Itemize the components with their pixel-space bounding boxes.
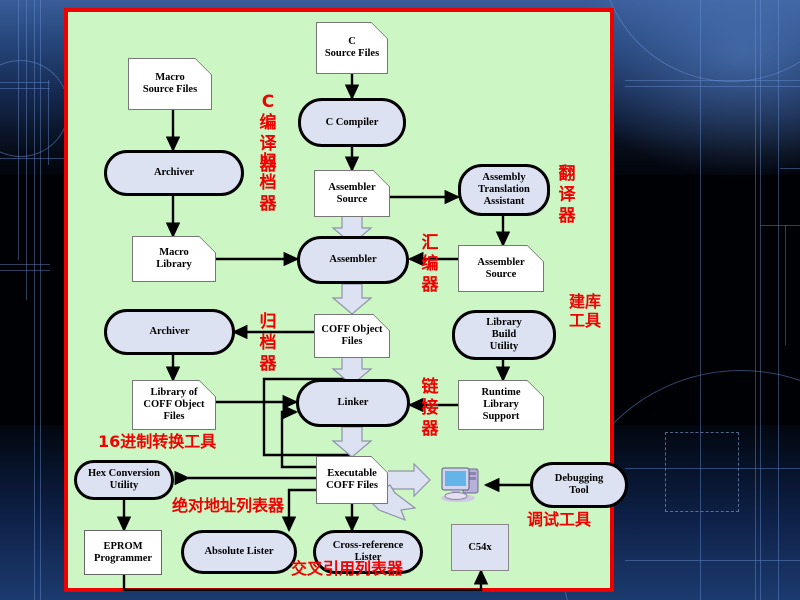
- node-c-source-files[interactable]: C Source Files: [316, 22, 388, 74]
- annotation-line: 工具: [568, 311, 601, 330]
- node-label: Macro Source Files: [142, 72, 198, 95]
- annotation-translator: 翻 译 器: [557, 164, 577, 227]
- node-label: EPROM Programmer: [93, 540, 153, 564]
- decor-line: [0, 264, 50, 265]
- node-archiver-top[interactable]: Archiver: [104, 150, 244, 196]
- annotation-cross-reference-lister: 交叉引用列表器: [291, 559, 404, 578]
- annotation-char: 器: [259, 194, 277, 214]
- annotation-char: 翻: [558, 164, 576, 184]
- node-assembler-source-1[interactable]: Assembler Source: [314, 170, 390, 217]
- annotation-char: 接: [421, 398, 439, 418]
- annotation-char: 档: [259, 333, 277, 353]
- node-debugging-tool[interactable]: Debugging Tool: [530, 462, 628, 508]
- node-c-compiler[interactable]: C Compiler: [298, 98, 406, 147]
- decor-line: [0, 270, 50, 271]
- annotation-archiver-top: 归 档 器: [258, 152, 278, 215]
- node-eprom-programmer[interactable]: EPROM Programmer: [84, 530, 162, 575]
- node-archiver-bottom[interactable]: Archiver: [104, 309, 235, 355]
- node-c54x-target[interactable]: C54x: [451, 524, 509, 571]
- node-macro-source-files[interactable]: Macro Source Files: [128, 58, 212, 110]
- node-absolute-lister[interactable]: Absolute Lister: [181, 530, 297, 574]
- title-panel: C54x 软 件 开 发 流 程 及 相 关 工 具: [625, 0, 800, 600]
- annotation-char: 器: [558, 206, 576, 226]
- node-label: Library of COFF Object Files: [143, 387, 205, 422]
- annotation-char: 汇: [421, 233, 439, 253]
- annotation-char: 编: [259, 113, 277, 133]
- annotation-char: 档: [259, 173, 277, 193]
- annotation-char: 编: [421, 254, 439, 274]
- node-macro-library[interactable]: Macro Library: [132, 236, 216, 282]
- annotation-char: 归: [259, 312, 277, 332]
- node-label: Archiver: [153, 167, 195, 179]
- node-linker[interactable]: Linker: [296, 379, 410, 427]
- node-label: Archiver: [149, 326, 190, 338]
- annotation-hex-conversion: 16进制转换工具: [98, 432, 217, 451]
- node-assembly-translation-assistant[interactable]: Assembly Translation Assistant: [458, 164, 550, 216]
- annotation-char: 器: [421, 419, 439, 439]
- page-fold-icon: [527, 380, 544, 397]
- node-label: Linker: [337, 397, 369, 409]
- node-label: Assembly Translation Assistant: [478, 172, 530, 207]
- page-fold-icon: [527, 245, 544, 262]
- page-fold-icon: [199, 236, 216, 253]
- decor-line: [0, 158, 64, 159]
- annotation-debugging-tool: 调试工具: [527, 510, 592, 529]
- node-label: Runtime Library Support: [481, 387, 521, 422]
- annotation-absolute-lister: 绝对地址列表器: [172, 496, 285, 515]
- annotation-char: 译: [558, 185, 576, 205]
- node-label: Assembler: [329, 254, 377, 266]
- node-label: Hex Conversion Utility: [87, 468, 161, 491]
- node-label: C Compiler: [325, 116, 379, 128]
- node-label: Library Build Utility: [486, 317, 522, 352]
- node-label: COFF Object Files: [321, 324, 383, 347]
- node-label: Absolute Lister: [204, 546, 274, 558]
- diagram-panel: C Source Files Macro Source Files C Comp…: [64, 8, 628, 592]
- annotation-char: 归: [259, 152, 277, 172]
- node-coff-object-files[interactable]: COFF Object Files: [314, 314, 390, 358]
- node-label: C Source Files: [324, 36, 380, 59]
- annotation-assembler: 汇 编 器: [420, 233, 440, 296]
- node-label: Executable COFF Files: [326, 468, 378, 491]
- node-label: Assembler Source: [477, 256, 525, 280]
- node-assembler[interactable]: Assembler: [297, 236, 409, 284]
- node-label: C54x: [468, 541, 492, 553]
- node-library-build-utility[interactable]: Library Build Utility: [452, 310, 556, 360]
- node-label: Debugging Tool: [554, 473, 604, 496]
- annotation-char: 器: [421, 275, 439, 295]
- node-hex-conversion-utility[interactable]: Hex Conversion Utility: [74, 460, 174, 500]
- node-assembler-source-2[interactable]: Assembler Source: [458, 245, 544, 292]
- annotation-char: C: [261, 92, 275, 112]
- annotation-line: 建库: [568, 292, 601, 311]
- annotation-library-tool: 建库 工具: [556, 292, 614, 330]
- node-library-of-coff-object-files[interactable]: Library of COFF Object Files: [132, 380, 216, 430]
- node-executable-coff-files[interactable]: Executable COFF Files: [316, 456, 388, 504]
- annotation-archiver-bottom: 归 档 器: [258, 312, 278, 375]
- node-runtime-library-support[interactable]: Runtime Library Support: [458, 380, 544, 430]
- desktop-computer-icon: [438, 462, 484, 509]
- annotation-char: 链: [421, 377, 439, 397]
- node-label: Assembler Source: [328, 181, 376, 205]
- annotation-char: 器: [259, 354, 277, 374]
- annotation-linker: 链 接 器: [420, 377, 440, 440]
- node-label: Macro Library: [156, 247, 192, 270]
- slide-canvas: C54x 软 件 开 发 流 程 及 相 关 工 具: [0, 0, 800, 600]
